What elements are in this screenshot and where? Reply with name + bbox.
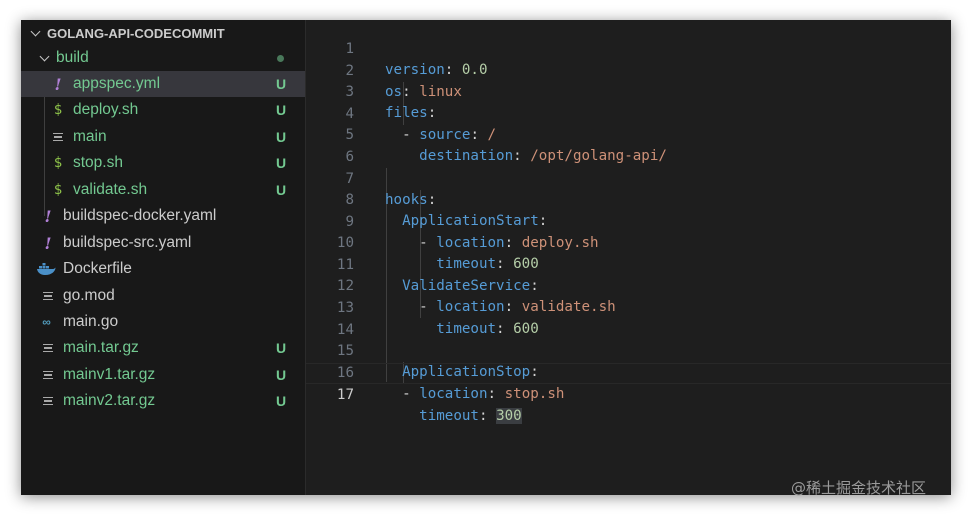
code-line-current: 17 timeout: 300 — [306, 363, 951, 424]
tree-item-label: appspec.yml — [73, 75, 161, 92]
code-line: 16 - location: stop.sh — [306, 342, 951, 402]
code-line: 8 ApplicationStart: — [306, 169, 951, 229]
explorer-title: GOLANG-API-CODECOMMIT — [47, 25, 225, 41]
vscode-window: GOLANG-API-CODECOMMIT build ! appspec.ym… — [21, 20, 951, 495]
chevron-down-icon — [30, 26, 41, 37]
code-line: 15 ApplicationStop: — [306, 320, 951, 380]
tree-item-label: buildspec-src.yaml — [63, 234, 192, 251]
code-line: 1 version: 0.0 — [306, 20, 951, 78]
tree-item-buildspec-src[interactable]: ! buildspec-src.yaml — [21, 230, 305, 256]
tree-item-label: main.go — [63, 313, 119, 330]
untracked-badge: U — [275, 102, 287, 118]
tree-item-label: build — [56, 49, 89, 66]
tree-item-label: buildspec-docker.yaml — [63, 207, 217, 224]
code-line: 7 hooks: — [306, 148, 951, 208]
tree-item-go-mod[interactable]: go.mod — [21, 283, 305, 309]
code-line: 5 destination: /opt/golang-api/ — [306, 104, 951, 164]
untracked-badge: U — [275, 340, 287, 356]
tree-item-buildspec-docker[interactable]: ! buildspec-docker.yaml — [21, 203, 305, 229]
tree-item-mainv1-tar[interactable]: mainv1.tar.gz U — [21, 362, 305, 388]
tree-item-label: mainv2.tar.gz — [63, 392, 156, 409]
code-line: 6 — [306, 126, 951, 165]
tree-item-label: mainv1.tar.gz — [63, 366, 156, 383]
explorer-sidebar: GOLANG-API-CODECOMMIT build ! appspec.ym… — [21, 20, 306, 495]
untracked-badge: U — [275, 155, 287, 171]
line-number: 17 — [336, 387, 354, 403]
shell-icon: $ — [53, 155, 63, 171]
code-line: 13 timeout: 600 — [306, 277, 951, 337]
modified-dot-icon — [277, 54, 284, 62]
untracked-badge: U — [275, 393, 287, 409]
untracked-badge: U — [275, 182, 287, 198]
untracked-badge: U — [275, 129, 287, 145]
shell-icon: $ — [53, 182, 63, 198]
tree-folder-build[interactable]: build — [21, 45, 305, 71]
code-line: 9 - location: deploy.sh — [306, 191, 951, 251]
explorer-section-header[interactable]: GOLANG-API-CODECOMMIT — [29, 25, 225, 41]
code-editor[interactable]: 1 version: 0.0 2 os: linux 3 files: 4 - … — [306, 20, 951, 495]
shell-icon: $ — [53, 102, 63, 118]
code-line: 11 ValidateService: — [306, 234, 951, 294]
tree-item-stop-sh[interactable]: $ stop.sh U — [21, 150, 305, 176]
code-line: 3 files: — [306, 61, 951, 121]
file-icon — [39, 391, 57, 411]
code-line: 10 timeout: 600 — [306, 212, 951, 272]
code-line: 4 - source: / — [306, 83, 951, 143]
tree-item-main-tar[interactable]: main.tar.gz U — [21, 335, 305, 361]
file-icon — [39, 365, 57, 385]
yaml-icon: ! — [44, 233, 52, 253]
tree-item-mainv2-tar[interactable]: mainv2.tar.gz U — [21, 388, 305, 414]
selected-value: 300 — [496, 408, 522, 424]
code-line: 14 — [306, 299, 951, 338]
tree-item-label: stop.sh — [73, 154, 123, 171]
watermark: @稀土掘金技术社区 — [791, 479, 927, 497]
tree-item-label: Dockerfile — [63, 260, 132, 277]
tree-item-dockerfile[interactable]: Dockerfile — [21, 256, 305, 282]
tree-item-main-go[interactable]: ∞ main.go — [21, 309, 305, 335]
yaml-icon: ! — [44, 206, 52, 226]
tree-item-deploy-sh[interactable]: $ deploy.sh U — [21, 97, 305, 123]
tree-item-label: main — [73, 128, 107, 145]
tree-item-label: validate.sh — [73, 181, 148, 198]
untracked-badge: U — [275, 367, 287, 383]
file-icon — [39, 338, 57, 358]
yaml-icon: ! — [54, 74, 62, 94]
file-icon — [39, 286, 57, 306]
file-icon — [49, 127, 67, 147]
tree-item-validate-sh[interactable]: $ validate.sh U — [21, 177, 305, 203]
tree-item-label: main.tar.gz — [63, 339, 139, 356]
code-line: 2 os: linux — [306, 40, 951, 100]
untracked-badge: U — [275, 76, 287, 92]
tree-item-label: deploy.sh — [73, 101, 139, 118]
tree-item-main[interactable]: main U — [21, 124, 305, 150]
code-line: 12 - location: validate.sh — [306, 255, 951, 315]
tree-item-label: go.mod — [63, 287, 115, 304]
chevron-down-icon — [39, 51, 50, 62]
docker-icon — [35, 259, 57, 279]
go-icon: ∞ — [42, 315, 51, 329]
tree-item-appspec[interactable]: ! appspec.yml U — [21, 71, 305, 97]
